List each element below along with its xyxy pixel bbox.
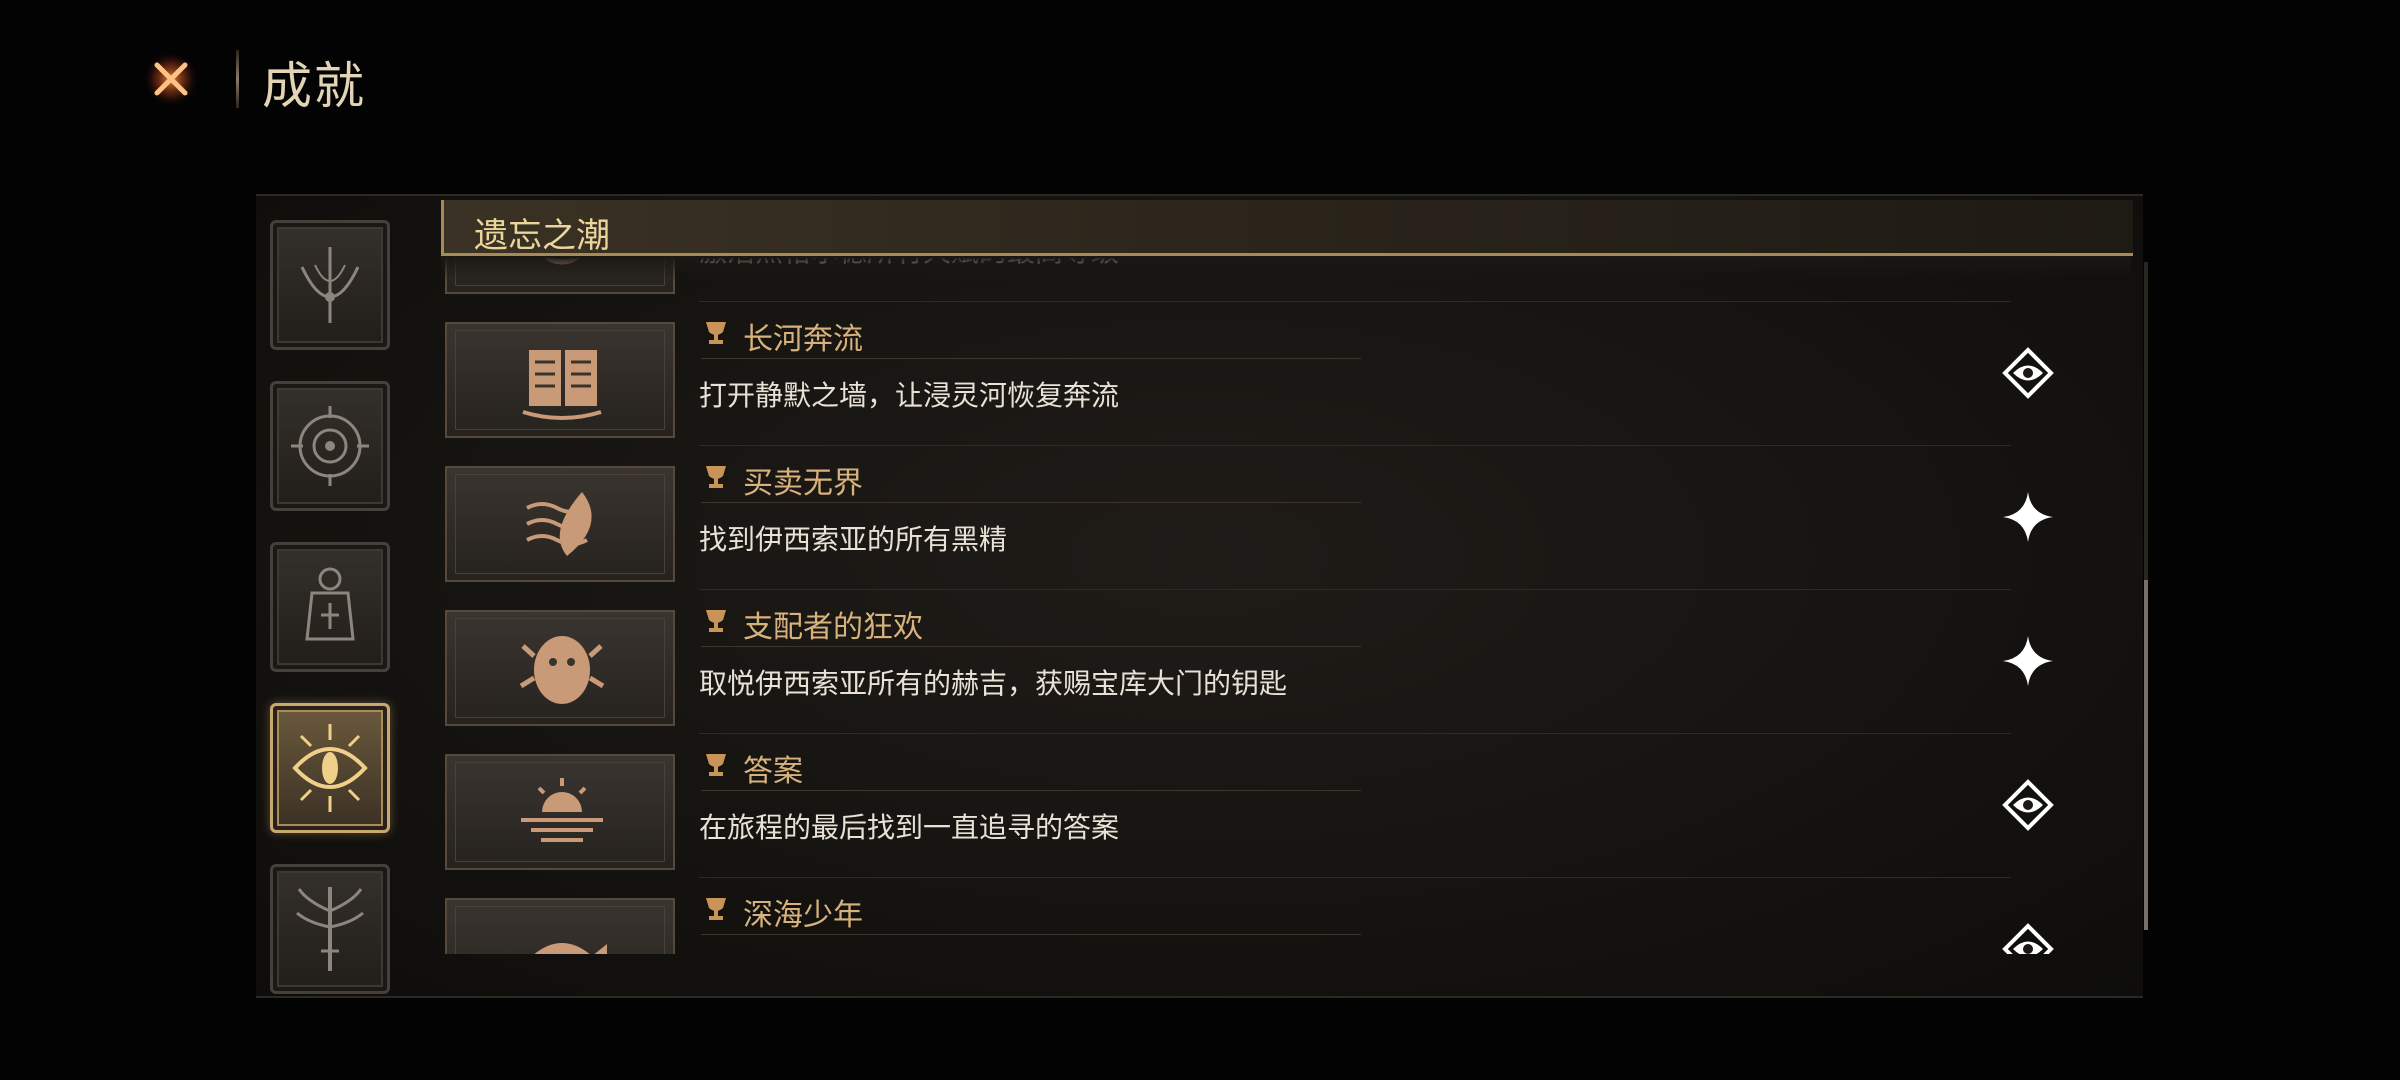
header-divider (236, 50, 239, 108)
eye-emblem-status-icon (2002, 347, 2054, 399)
achievement-row[interactable]: 激活杰格尔德所有天赋的最高等级 (441, 258, 2011, 302)
category-tab-4[interactable] (270, 703, 390, 833)
category-tab-2[interactable] (270, 381, 390, 511)
achievement-icon-frame (445, 610, 675, 726)
achievement-row[interactable]: 支配者的狂欢 取悦伊西索亚所有的赫吉，获赐宝库大门的钥匙 (441, 590, 2053, 734)
trophy-cup-icon (706, 466, 726, 488)
name-underline (701, 934, 1361, 935)
trophy-cup-icon (706, 754, 726, 776)
name-underline (701, 790, 1361, 791)
name-underline (701, 358, 1361, 359)
achievement-icon-frame (445, 466, 675, 582)
category-tab-3[interactable] (270, 542, 390, 672)
achievement-name: 买卖无界 (743, 466, 863, 501)
beast-icon (519, 636, 605, 704)
scrollbar-thumb[interactable] (2144, 580, 2148, 930)
scythe-emblem-icon (300, 247, 360, 323)
sunset-icon (521, 778, 603, 842)
tree-sword-icon (296, 887, 364, 971)
trophy-cup-icon (706, 322, 726, 344)
fish-icon (534, 943, 607, 954)
category-tab-5[interactable] (270, 864, 390, 994)
achievement-row[interactable]: 长河奔流 打开静默之墙，让浸灵河恢复奔流 (441, 302, 2054, 446)
achievement-icon-frame (445, 258, 675, 294)
sparkle-status-icon (2003, 636, 2053, 686)
achievement-row[interactable]: 深海少年 (441, 878, 2054, 954)
radiant-eye-icon (292, 724, 368, 812)
achievement-icon-frame (445, 898, 675, 954)
achievement-description: 激活杰格尔德所有天赋的最高等级 (699, 258, 1119, 270)
compass-eye-icon (291, 406, 369, 486)
achievement-list[interactable]: 激活杰格尔德所有天赋的最高等级 长河奔流 打开静默之墙，让浸灵河恢复奔流 (441, 258, 2131, 954)
achievement-name: 长河奔流 (743, 322, 863, 357)
achievement-description: 找到伊西索亚的所有黑精 (699, 523, 1008, 556)
achievement-name: 支配者的狂欢 (743, 610, 923, 645)
page-title: 成就 (262, 57, 366, 115)
close-x-icon (143, 51, 199, 107)
section-title: 遗忘之潮 (474, 216, 610, 256)
achievement-row[interactable]: 答案 在旅程的最后找到一直追寻的答案 (441, 734, 2054, 878)
medallion-icon (543, 258, 581, 265)
wave-leaf-icon (526, 492, 592, 556)
achievement-icon-frame (445, 754, 675, 870)
trophy-cup-icon (706, 898, 726, 920)
achievement-name: 答案 (743, 754, 803, 789)
name-underline (701, 646, 1361, 647)
close-button[interactable] (140, 48, 202, 110)
eye-emblem-status-icon (2002, 779, 2054, 831)
open-book-icon (522, 350, 602, 420)
sparkle-status-icon (2003, 492, 2053, 542)
category-tab-1[interactable] (270, 220, 390, 350)
achievement-description: 在旅程的最后找到一直追寻的答案 (699, 811, 1120, 844)
achievement-description: 取悦伊西索亚所有的赫吉，获赐宝库大门的钥匙 (699, 667, 1288, 700)
achievement-name: 深海少年 (743, 898, 863, 933)
achievement-description: 打开静默之墙，让浸灵河恢复奔流 (699, 379, 1120, 412)
section-header: 遗忘之潮 (441, 200, 2133, 256)
lantern-figure-icon (305, 567, 355, 641)
trophy-cup-icon (706, 610, 726, 632)
eye-emblem-status-icon (2002, 923, 2054, 954)
achievement-row[interactable]: 买卖无界 找到伊西索亚的所有黑精 (441, 446, 2053, 590)
name-underline (701, 502, 1361, 503)
achievement-icon-frame (445, 322, 675, 438)
